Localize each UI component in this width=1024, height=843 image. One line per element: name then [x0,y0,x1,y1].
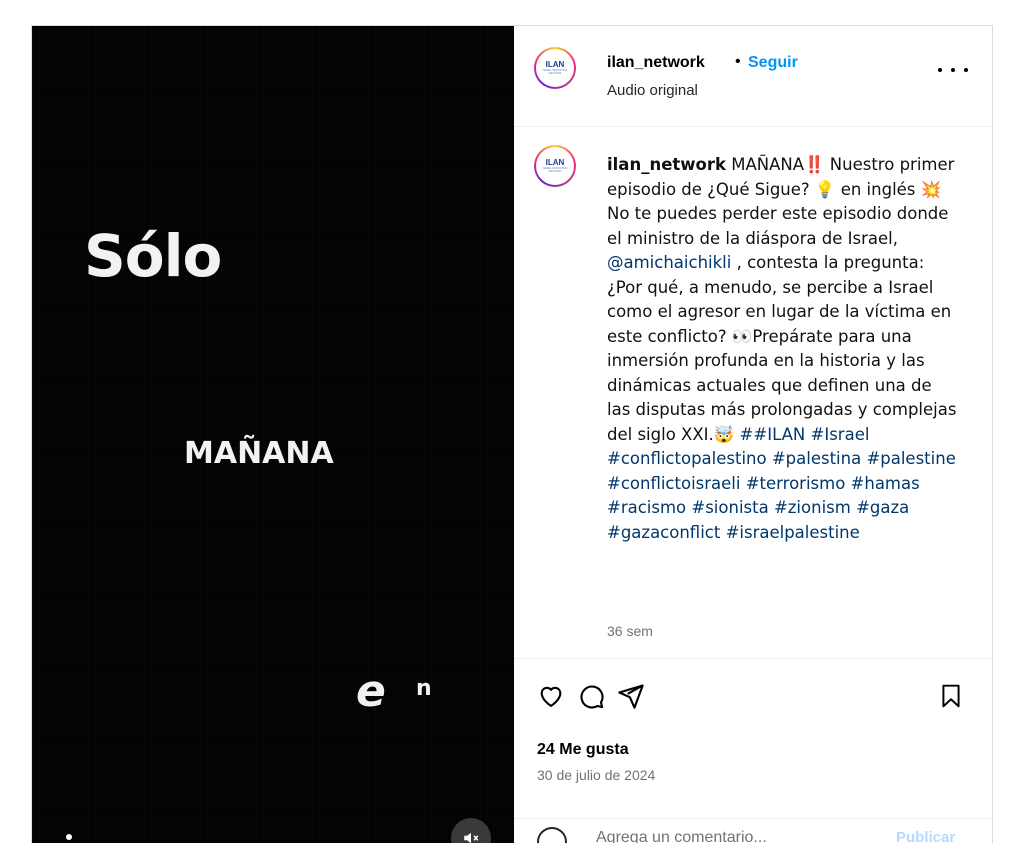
follow-button[interactable]: Seguir [748,54,798,72]
video-player[interactable]: Sólo MAÑANA e n [32,26,514,843]
separator-dot: • [735,53,741,70]
share-icon [618,684,644,709]
video-overlay-text-3a: e [356,666,386,717]
avatar[interactable]: ILAN ISRAEL INNOVATION NETWORK [534,47,576,89]
caption-username[interactable]: ilan_network [607,155,726,174]
action-bar: 24 Me gusta 30 de julio de 2024 [514,659,992,819]
video-frame [32,26,514,843]
post-time-ago[interactable]: 36 sem [607,623,653,639]
bookmark-icon [942,684,960,708]
caption-mention[interactable]: @amichaichikli [607,253,731,272]
caption-section: ILAN ISRAEL INNOVATION NETWORK ilan_netw… [514,127,992,659]
share-button[interactable] [614,679,648,713]
comment-icon [580,685,604,709]
avatar-logo-text: ILAN [545,158,565,167]
save-button[interactable] [934,679,968,713]
more-options-icon[interactable] [938,60,968,80]
post-sidebar: ILAN ISRAEL INNOVATION NETWORK ilan_netw… [514,26,992,843]
avatar-logo-subtext: ISRAEL INNOVATION NETWORK [542,167,568,173]
avatar[interactable]: ILAN ISRAEL INNOVATION NETWORK [534,145,576,187]
speaker-muted-icon [464,832,479,843]
add-comment-row: Agrega un comentario... Publicar [514,819,992,843]
audio-link[interactable]: Audio original [607,82,698,99]
caption-text: ilan_network MAÑANA‼️ Nuestro primer epi… [607,153,957,545]
post-date: 30 de julio de 2024 [537,767,656,783]
avatar-logo-text: ILAN [545,60,565,69]
video-overlay-text-2: MAÑANA [184,436,334,471]
likes-count[interactable]: 24 Me gusta [537,741,629,759]
video-overlay-text-1: Sólo [84,222,222,290]
emoji-icon[interactable] [537,827,567,843]
avatar-logo-subtext: ISRAEL INNOVATION NETWORK [542,69,568,75]
heart-icon [540,686,562,707]
like-button[interactable] [534,679,568,713]
audio-indicator-dot [66,834,72,840]
video-overlay-text-3b: n [416,676,432,701]
post-container: Sólo MAÑANA e n ILAN ISRAEL INNOVATION N… [31,25,993,843]
comment-input[interactable]: Agrega un comentario... [596,829,767,843]
comment-button[interactable] [574,679,608,713]
username-link[interactable]: ilan_network [607,54,705,72]
caption-body-2: , contesta la pregunta: ¿Por qué, a menu… [607,253,957,444]
publish-button[interactable]: Publicar [896,829,955,843]
post-header: ILAN ISRAEL INNOVATION NETWORK ilan_netw… [514,26,992,127]
